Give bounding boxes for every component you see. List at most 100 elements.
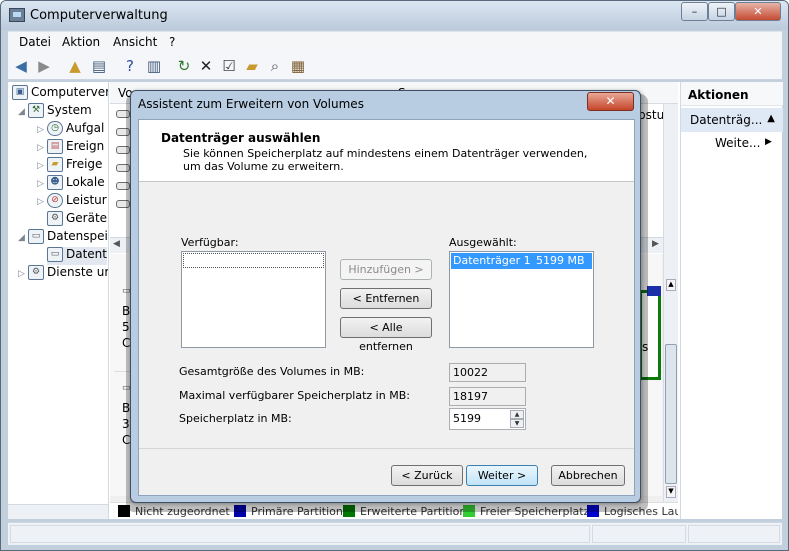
toolbar: ◀ ▶ ▲ ▤ ? ▥ ↻ ✕ ☑ ▰ ⌕ ▦	[8, 53, 782, 80]
tree-item-dienste[interactable]: ▷ ⚙ Dienste ur	[18, 265, 109, 283]
disk-settings-icon[interactable]: ▦	[289, 57, 307, 75]
actions-header: Aktionen	[681, 82, 783, 106]
tree-item-label: Ereign	[66, 139, 105, 153]
menu-aktion[interactable]: Aktion	[62, 35, 100, 49]
submenu-arrow-icon: ▶	[765, 137, 772, 147]
extend-volume-wizard: Assistent zum Erweitern von Volumes ✕ Da…	[130, 90, 641, 503]
navigation-tree: ▣Computerverwa ◢⚒System ▷◷Aufgal ▷▤Ereig…	[8, 82, 109, 519]
available-label: Verfügbar:	[181, 236, 239, 249]
tree-item-freigegebene-ordner[interactable]: ▷ ▰ Freige	[37, 157, 102, 175]
dialog-close-button[interactable]: ✕	[587, 92, 634, 111]
dialog-title: Assistent zum Erweitern von Volumes	[138, 97, 364, 111]
expand-arrow-icon[interactable]: ▷	[37, 197, 47, 207]
tree-item-ereignisanzeige[interactable]: ▷ ▤ Ereign	[37, 139, 104, 157]
expand-arrow-icon[interactable]: ▷	[18, 269, 28, 279]
forward-arrow-icon[interactable]: ▶	[35, 57, 53, 75]
actions-pane: Aktionen Datenträg... ▲ Weite... ▶	[680, 82, 783, 519]
status-pane	[10, 525, 590, 543]
action-label: Weite...	[715, 136, 761, 150]
selected-disk-row[interactable]: Datenträger 1 5199 MB	[451, 253, 592, 269]
tools-icon: ⚒	[28, 103, 44, 118]
selected-disks-list[interactable]: Datenträger 1 5199 MB	[449, 251, 594, 348]
action-weitere[interactable]: Weite... ▶	[715, 136, 772, 150]
delete-icon[interactable]: ✕	[197, 57, 215, 75]
minimize-button[interactable]: –	[681, 2, 708, 21]
search-icon[interactable]: ⌕	[266, 57, 284, 75]
tree-item-datenspeicher[interactable]: ◢ ▭ Datenspei	[18, 229, 108, 247]
title-bar: Computerverwaltung – □ ✕	[1, 1, 788, 30]
cancel-button[interactable]: Abbrechen	[551, 465, 625, 486]
scroll-left-icon[interactable]: ◀	[113, 239, 120, 249]
tree-item-datentraegerverwaltung[interactable]: ▭ Datent	[47, 247, 107, 265]
max-space-label: Maximal verfügbarer Speicherplatz in MB:	[179, 389, 410, 402]
tree-item-label: Computerverwa	[31, 85, 109, 99]
tree-horizontal-scrollbar[interactable]	[8, 504, 108, 519]
tree-item-label: System	[47, 103, 92, 117]
scroll-thumb[interactable]	[665, 344, 677, 484]
tree-item-aufgabenplanung[interactable]: ▷ ◷ Aufgal	[37, 121, 104, 139]
help-icon[interactable]: ?	[121, 57, 139, 75]
up-folder-icon[interactable]: ▲	[66, 57, 84, 75]
event-viewer-icon: ▤	[47, 139, 63, 154]
show-tree-icon[interactable]: ▤	[90, 57, 108, 75]
tree-item-system[interactable]: ◢ ⚒ System	[18, 103, 92, 121]
space-label: Speicherplatz in MB:	[179, 412, 292, 425]
performance-icon: ⊘	[47, 193, 63, 208]
open-folder-icon[interactable]: ▰	[243, 57, 261, 75]
refresh-icon[interactable]: ↻	[175, 57, 193, 75]
tree-item-label: Freige	[66, 157, 103, 171]
tree-item-label: Leistur	[66, 193, 107, 207]
expand-arrow-icon[interactable]: ▷	[37, 179, 47, 189]
back-arrow-icon[interactable]: ◀	[12, 57, 30, 75]
tree-item-label: Datent	[66, 247, 107, 261]
device-manager-icon: ⚙	[47, 211, 63, 226]
actions-section-label: Datenträg...	[690, 113, 763, 127]
disk-name: Datenträger 1	[453, 254, 531, 267]
services-icon: ⚙	[28, 265, 44, 280]
disk-management-icon: ▭	[47, 247, 63, 262]
expand-arrow-icon[interactable]: ▷	[37, 143, 47, 153]
wizard-heading: Datenträger auswählen	[161, 131, 321, 145]
menu-help[interactable]: ?	[169, 35, 175, 49]
add-button[interactable]: Hinzufügen >	[340, 259, 432, 280]
collapse-arrow-icon[interactable]: ▲	[767, 113, 775, 124]
focus-row	[183, 253, 324, 268]
maximize-button[interactable]: □	[708, 2, 735, 21]
computer-icon: ▣	[12, 85, 28, 100]
menu-ansicht[interactable]: Ansicht	[113, 35, 157, 49]
space-spinbox[interactable]: 5199 ▲ ▼	[449, 408, 526, 430]
wizard-subheading: Sie können Speicherplatz auf mindestens …	[183, 147, 588, 173]
next-button[interactable]: Weiter >	[466, 465, 538, 486]
scroll-right-icon[interactable]: ▶	[652, 239, 659, 249]
scroll-down-icon[interactable]: ▼	[666, 486, 676, 498]
wizard-header: Datenträger auswählen Sie können Speiche…	[139, 120, 634, 182]
spin-up-icon[interactable]: ▲	[510, 410, 524, 419]
storage-icon: ▭	[28, 229, 44, 244]
expand-arrow-icon[interactable]: ◢	[18, 107, 28, 117]
tree-item-geraete-manager[interactable]: ⚙ Geräte	[47, 211, 107, 229]
spin-down-icon[interactable]: ▼	[510, 419, 524, 428]
action-pane-icon[interactable]: ▥	[145, 57, 163, 75]
properties-icon[interactable]: ☑	[220, 57, 238, 75]
graph-vertical-scrollbar[interactable]: ▲ ▼	[663, 104, 678, 519]
users-icon: ☻	[47, 175, 63, 190]
expand-arrow-icon[interactable]: ▷	[37, 161, 47, 171]
expand-arrow-icon[interactable]: ▷	[37, 125, 47, 135]
expand-arrow-icon[interactable]: ◢	[18, 233, 28, 243]
clock-icon: ◷	[47, 121, 63, 136]
tree-item-lokale-benutzer[interactable]: ▷ ☻ Lokale	[37, 175, 105, 193]
menu-datei[interactable]: Datei	[19, 35, 51, 49]
tree-item-label: Aufgal	[66, 121, 105, 135]
close-button[interactable]: ✕	[735, 2, 781, 21]
remove-button[interactable]: < Entfernen	[340, 288, 432, 309]
back-button[interactable]: < Zurück	[391, 465, 463, 486]
tree-item-computerverwaltung[interactable]: ▣Computerverwa	[12, 85, 109, 103]
dialog-body: Datenträger auswählen Sie können Speiche…	[138, 119, 635, 496]
tree-item-leistung[interactable]: ▷ ⊘ Leistur	[37, 193, 107, 211]
scroll-up-icon[interactable]: ▲	[666, 279, 676, 291]
tree-item-label: Dienste ur	[47, 265, 109, 279]
available-disks-list[interactable]	[181, 251, 326, 348]
remove-all-button[interactable]: < Alle entfernen	[340, 317, 432, 353]
actions-section-datentraeger[interactable]: Datenträg... ▲	[681, 108, 783, 132]
total-size-label: Gesamtgröße des Volumes in MB:	[179, 365, 365, 378]
